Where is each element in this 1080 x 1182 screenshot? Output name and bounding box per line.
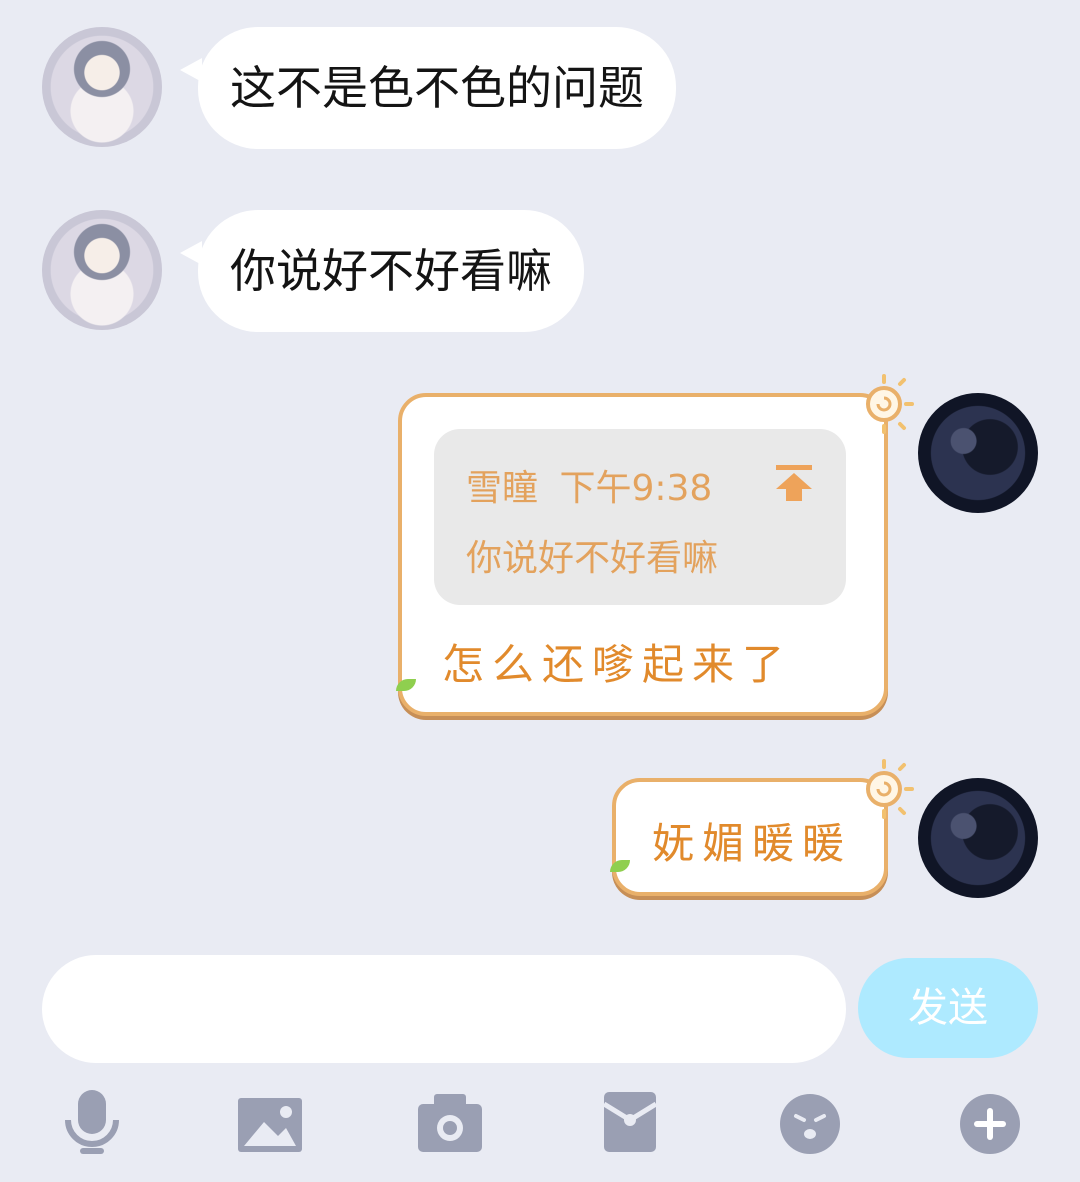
message-text: 这不是色不色的问题 bbox=[230, 61, 644, 115]
message-bubble-incoming-2[interactable]: 你说好不好看嘛 bbox=[198, 210, 584, 332]
avatar-other-user[interactable] bbox=[42, 27, 162, 147]
plus-icon[interactable] bbox=[958, 1092, 1022, 1156]
avatar-other-user[interactable] bbox=[42, 210, 162, 330]
avatar-self[interactable] bbox=[918, 778, 1038, 898]
message-text: 妩媚暖暖 bbox=[652, 819, 853, 868]
camera-icon[interactable] bbox=[416, 1092, 484, 1154]
microphone-icon[interactable] bbox=[62, 1088, 122, 1158]
sun-decoration-icon bbox=[852, 757, 916, 825]
sun-decoration-icon bbox=[852, 372, 916, 440]
quoted-header: 雪瞳 下午9:38 bbox=[466, 459, 712, 511]
message-bubble-incoming-1[interactable]: 这不是色不色的问题 bbox=[198, 27, 676, 149]
message-bubble-outgoing-reply[interactable]: 雪瞳 下午9:38 你说好不好看嘛 怎么还嗲起来了 bbox=[396, 393, 888, 716]
send-button[interactable]: 发送 bbox=[858, 958, 1038, 1058]
avatar-self[interactable] bbox=[918, 393, 1038, 513]
emoji-icon[interactable] bbox=[778, 1092, 842, 1156]
quoted-sender: 雪瞳 bbox=[466, 468, 539, 509]
leaf-decoration bbox=[396, 679, 416, 691]
quoted-time: 下午9:38 bbox=[559, 468, 713, 509]
message-text: 怎么还嗲起来了 bbox=[442, 640, 793, 689]
quoted-text: 你说好不好看嘛 bbox=[466, 538, 719, 579]
quoted-message[interactable]: 雪瞳 下午9:38 你说好不好看嘛 bbox=[434, 429, 846, 605]
jump-to-message-icon[interactable] bbox=[774, 463, 814, 507]
image-icon[interactable] bbox=[236, 1096, 304, 1154]
message-input[interactable] bbox=[42, 955, 846, 1063]
leaf-decoration bbox=[610, 860, 630, 872]
red-packet-icon[interactable] bbox=[602, 1090, 658, 1154]
message-text: 你说好不好看嘛 bbox=[230, 244, 552, 298]
message-bubble-outgoing-2[interactable]: 妩媚暖暖 bbox=[610, 778, 888, 896]
